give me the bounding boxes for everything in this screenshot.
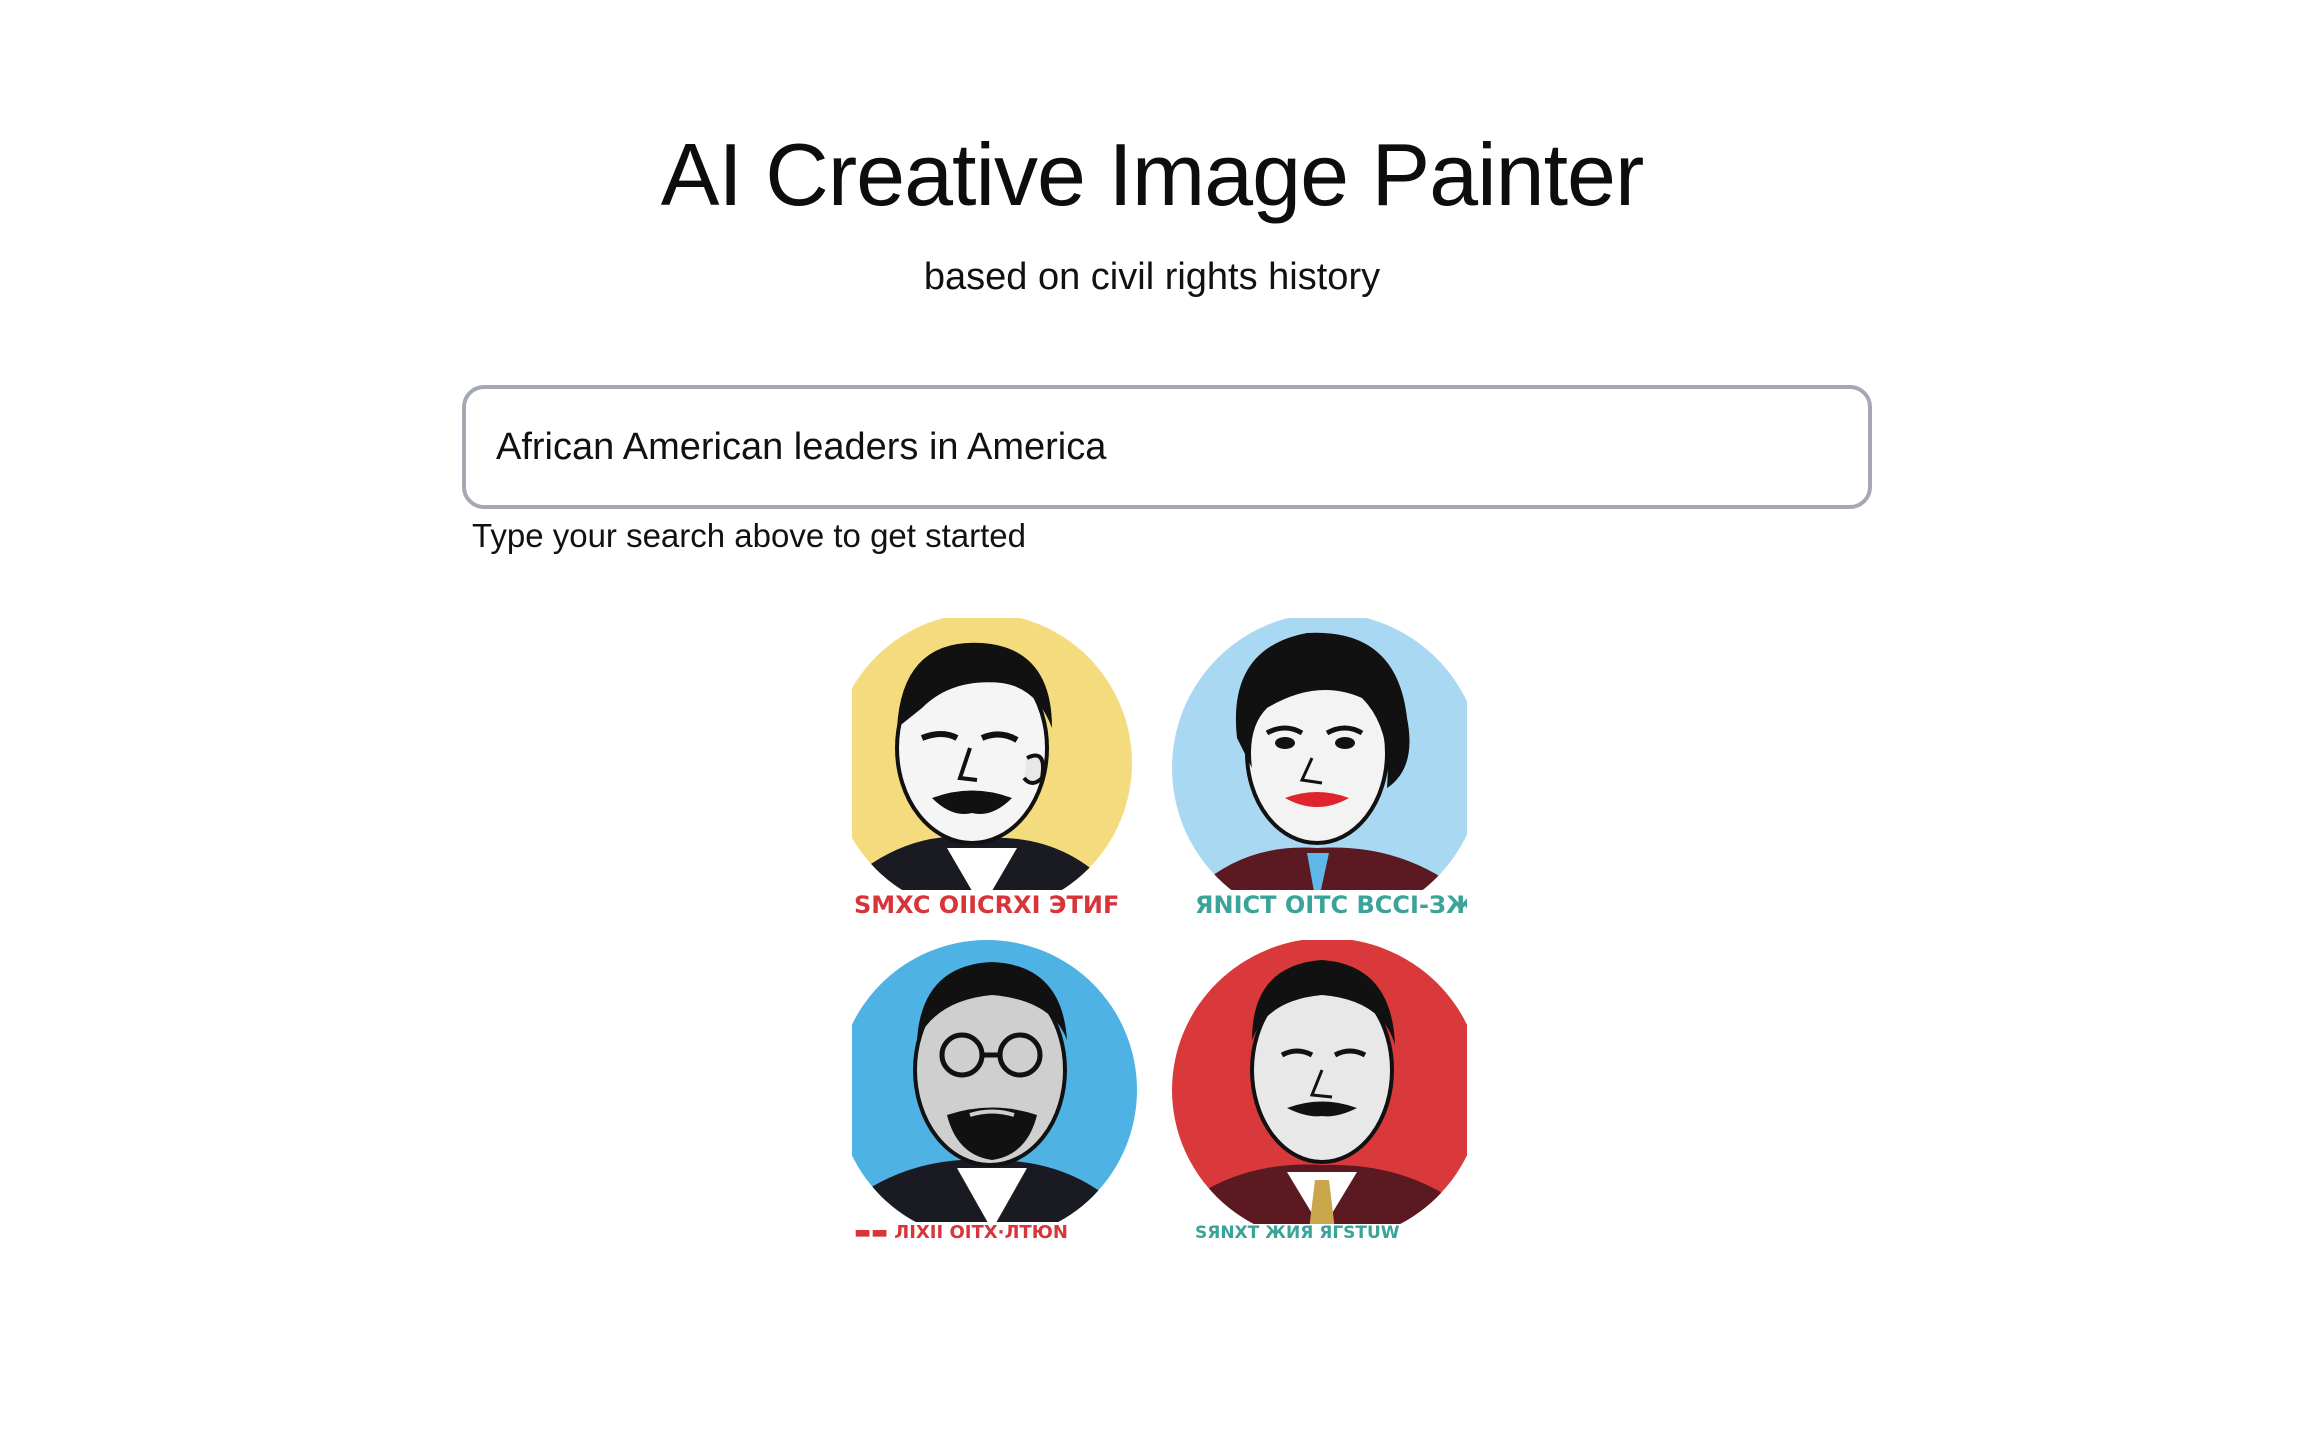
search-helper-text: Type your search above to get started <box>472 517 1026 554</box>
page-title: AI Creative Image Painter <box>660 125 1645 224</box>
svg-text:SЯNXT ЖИЯ ЯГSТUW: SЯNXT ЖИЯ ЯГSТUW <box>1195 1223 1400 1243</box>
svg-text:▬▬ ЛIXII OITX·ЛТЮN: ▬▬ ЛIXII OITX·ЛТЮN <box>854 1222 1068 1243</box>
svg-text:ЯNICT OITC BCCI-ЗЖИE: ЯNICT OITC BCCI-ЗЖИE <box>1195 891 1467 919</box>
portrait-yellow-image: SMXC OIICRXI ЭТИF <box>852 618 1132 919</box>
page-subtitle: based on civil rights history <box>923 256 1381 298</box>
result-image-grid: SMXC OIICRXI ЭТИF ЯNICT OITC BCCI-ЗЖ ▬▬ … <box>852 618 1484 1250</box>
portrait-blue-image: ▬▬ ЛIXII OITX·ЛТЮN <box>852 940 1137 1243</box>
result-image-3[interactable]: ▬▬ ЛIXII OITX·ЛТЮN <box>852 940 1152 1250</box>
search-box[interactable] <box>462 385 1872 509</box>
app-page: AI Creative Image Painter based on civil… <box>0 0 2304 1440</box>
portrait-red-image: SЯNXT ЖИЯ ЯГSТUW <box>1167 940 1467 1243</box>
svg-text:SMXC OIICRXI ЭТИF: SMXC OIICRXI ЭТИF <box>854 891 1119 919</box>
search-input[interactable] <box>466 389 1868 505</box>
result-image-1[interactable]: SMXC OIICRXI ЭТИF <box>852 618 1152 928</box>
portrait-light-blue-image: ЯNICT OITC BCCI-ЗЖИE <box>1167 618 1467 919</box>
result-image-4[interactable]: SЯNXT ЖИЯ ЯГSТUW <box>1167 940 1467 1250</box>
result-image-2[interactable]: ЯNICT OITC BCCI-ЗЖИE <box>1167 618 1467 928</box>
